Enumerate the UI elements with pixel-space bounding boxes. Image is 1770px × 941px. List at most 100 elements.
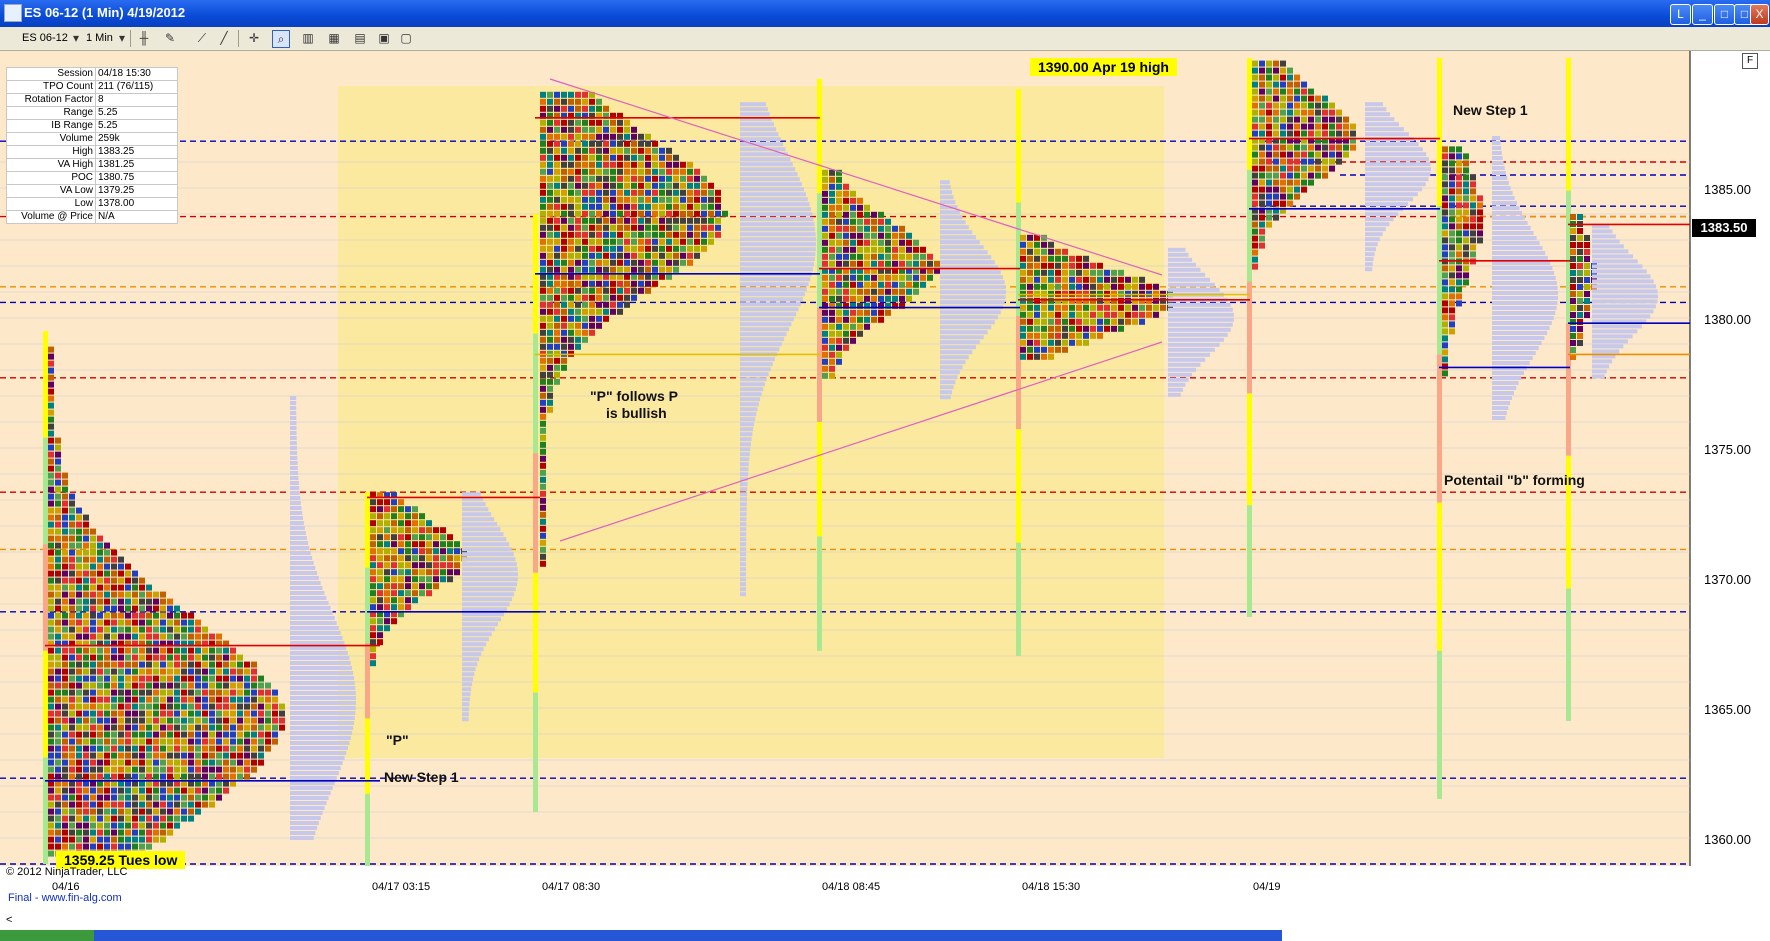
minimize-button[interactable]: _ xyxy=(1692,4,1713,25)
tpo-block xyxy=(62,773,68,780)
tpo-block xyxy=(540,315,546,322)
restore-button[interactable]: □ xyxy=(1714,4,1735,25)
tpo-block xyxy=(1280,81,1286,88)
tpo-block xyxy=(104,773,110,780)
tpo-block xyxy=(76,584,82,591)
tpo-block xyxy=(1111,311,1117,318)
tpo-block xyxy=(1266,88,1272,95)
tpo-block xyxy=(1048,318,1054,325)
tpo-block xyxy=(202,696,208,703)
tpo-block xyxy=(1442,230,1448,237)
market-profile-chart[interactable] xyxy=(0,51,1770,941)
tpo-block xyxy=(230,773,236,780)
tpo-block xyxy=(90,724,96,731)
volume-bar xyxy=(290,621,337,625)
line-icon[interactable]: ╱ xyxy=(216,30,232,46)
volume-bar xyxy=(290,556,313,560)
interval-selector[interactable]: 1 Min xyxy=(86,30,113,46)
tpo-block xyxy=(822,197,828,204)
close-button[interactable]: X xyxy=(1750,4,1769,25)
scroll-left-button[interactable]: < xyxy=(6,914,12,926)
tpo-block xyxy=(111,773,117,780)
volume-bar xyxy=(462,632,492,637)
plot-icon[interactable]: ⟋ xyxy=(194,30,210,46)
tpo-block xyxy=(596,294,602,301)
tpo-block xyxy=(1322,144,1328,151)
tpo-block xyxy=(111,549,117,556)
volume-bar xyxy=(740,557,747,562)
tpo-block xyxy=(575,259,581,266)
tpo-block xyxy=(83,619,89,626)
volume-bar xyxy=(1168,317,1234,322)
tpo-block xyxy=(878,274,884,281)
tpo-block xyxy=(223,738,229,745)
tpo-block xyxy=(603,203,609,210)
tpo-block xyxy=(97,633,103,640)
chevron-down-icon[interactable]: ▾ xyxy=(114,30,130,46)
tpo-block xyxy=(836,274,842,281)
tpo-block xyxy=(125,598,131,605)
panel-f-button[interactable]: F xyxy=(1742,53,1758,69)
tpo-block xyxy=(76,521,82,528)
tpo-block xyxy=(118,570,124,577)
tpo-block xyxy=(153,773,159,780)
bar-chart-icon[interactable]: ▥ xyxy=(300,30,316,46)
link-button[interactable]: L xyxy=(1670,4,1691,25)
tpo-block xyxy=(540,154,546,161)
chevron-down-icon[interactable]: ▾ xyxy=(68,30,84,46)
tpo-block xyxy=(617,224,623,231)
tpo-block xyxy=(631,161,637,168)
tpo-block xyxy=(603,147,609,154)
tpo-block xyxy=(69,815,75,822)
tpo-block xyxy=(1584,312,1590,318)
tpo-block xyxy=(48,402,54,409)
tpo-block xyxy=(272,703,278,710)
indicator-icon[interactable]: ▦ xyxy=(326,30,342,46)
tpo-block xyxy=(575,91,581,98)
candlestick-icon[interactable]: ╫ xyxy=(136,30,152,46)
info-row: Low 1378.00 xyxy=(6,197,178,211)
volume-bar xyxy=(1168,392,1181,397)
tpo-block xyxy=(687,238,693,245)
tpo-block xyxy=(885,246,891,253)
tpo-block xyxy=(1027,339,1033,346)
tpo-block xyxy=(666,245,672,252)
zoom-icon[interactable]: ⌕ xyxy=(272,30,290,48)
tpo-block xyxy=(1456,188,1462,195)
source-link[interactable]: Final - www.fin-alg.com xyxy=(8,892,122,904)
volume-bar xyxy=(290,786,333,790)
tpo-block xyxy=(540,539,546,546)
tpo-block xyxy=(1266,214,1272,221)
tpo-block xyxy=(412,541,418,548)
tpo-block xyxy=(617,168,623,175)
tpo-block xyxy=(48,549,54,556)
volume-bar xyxy=(740,582,747,587)
strategy-icon[interactable]: ▤ xyxy=(352,30,368,46)
pencil-icon[interactable]: ✎ xyxy=(162,30,178,46)
start-button[interactable] xyxy=(0,930,94,941)
tpo-block xyxy=(596,189,602,196)
tpo-block xyxy=(575,301,581,308)
tpo-block xyxy=(871,295,877,302)
volume-bar xyxy=(740,102,766,107)
volume-bar xyxy=(740,442,751,447)
crosshair-icon[interactable]: ✛ xyxy=(246,30,262,46)
tpo-block xyxy=(561,238,567,245)
tpo-block xyxy=(244,745,250,752)
tpo-block xyxy=(230,703,236,710)
instrument-selector[interactable]: ES 06-12 xyxy=(22,30,68,46)
tpo-block xyxy=(405,534,411,541)
tpo-block xyxy=(48,437,54,444)
data-box-icon[interactable]: ▢ xyxy=(398,30,414,46)
tpo-block xyxy=(111,801,117,808)
tpo-block xyxy=(118,591,124,598)
tpo-block xyxy=(433,527,439,534)
tpo-block xyxy=(1055,346,1061,353)
tpo-block xyxy=(1083,262,1089,269)
tpo-block xyxy=(603,196,609,203)
chart-area[interactable] xyxy=(0,51,1770,941)
properties-icon[interactable]: ▣ xyxy=(376,30,392,46)
tpo-block xyxy=(540,98,546,105)
tpo-block xyxy=(582,189,588,196)
tpo-block xyxy=(1055,318,1061,325)
